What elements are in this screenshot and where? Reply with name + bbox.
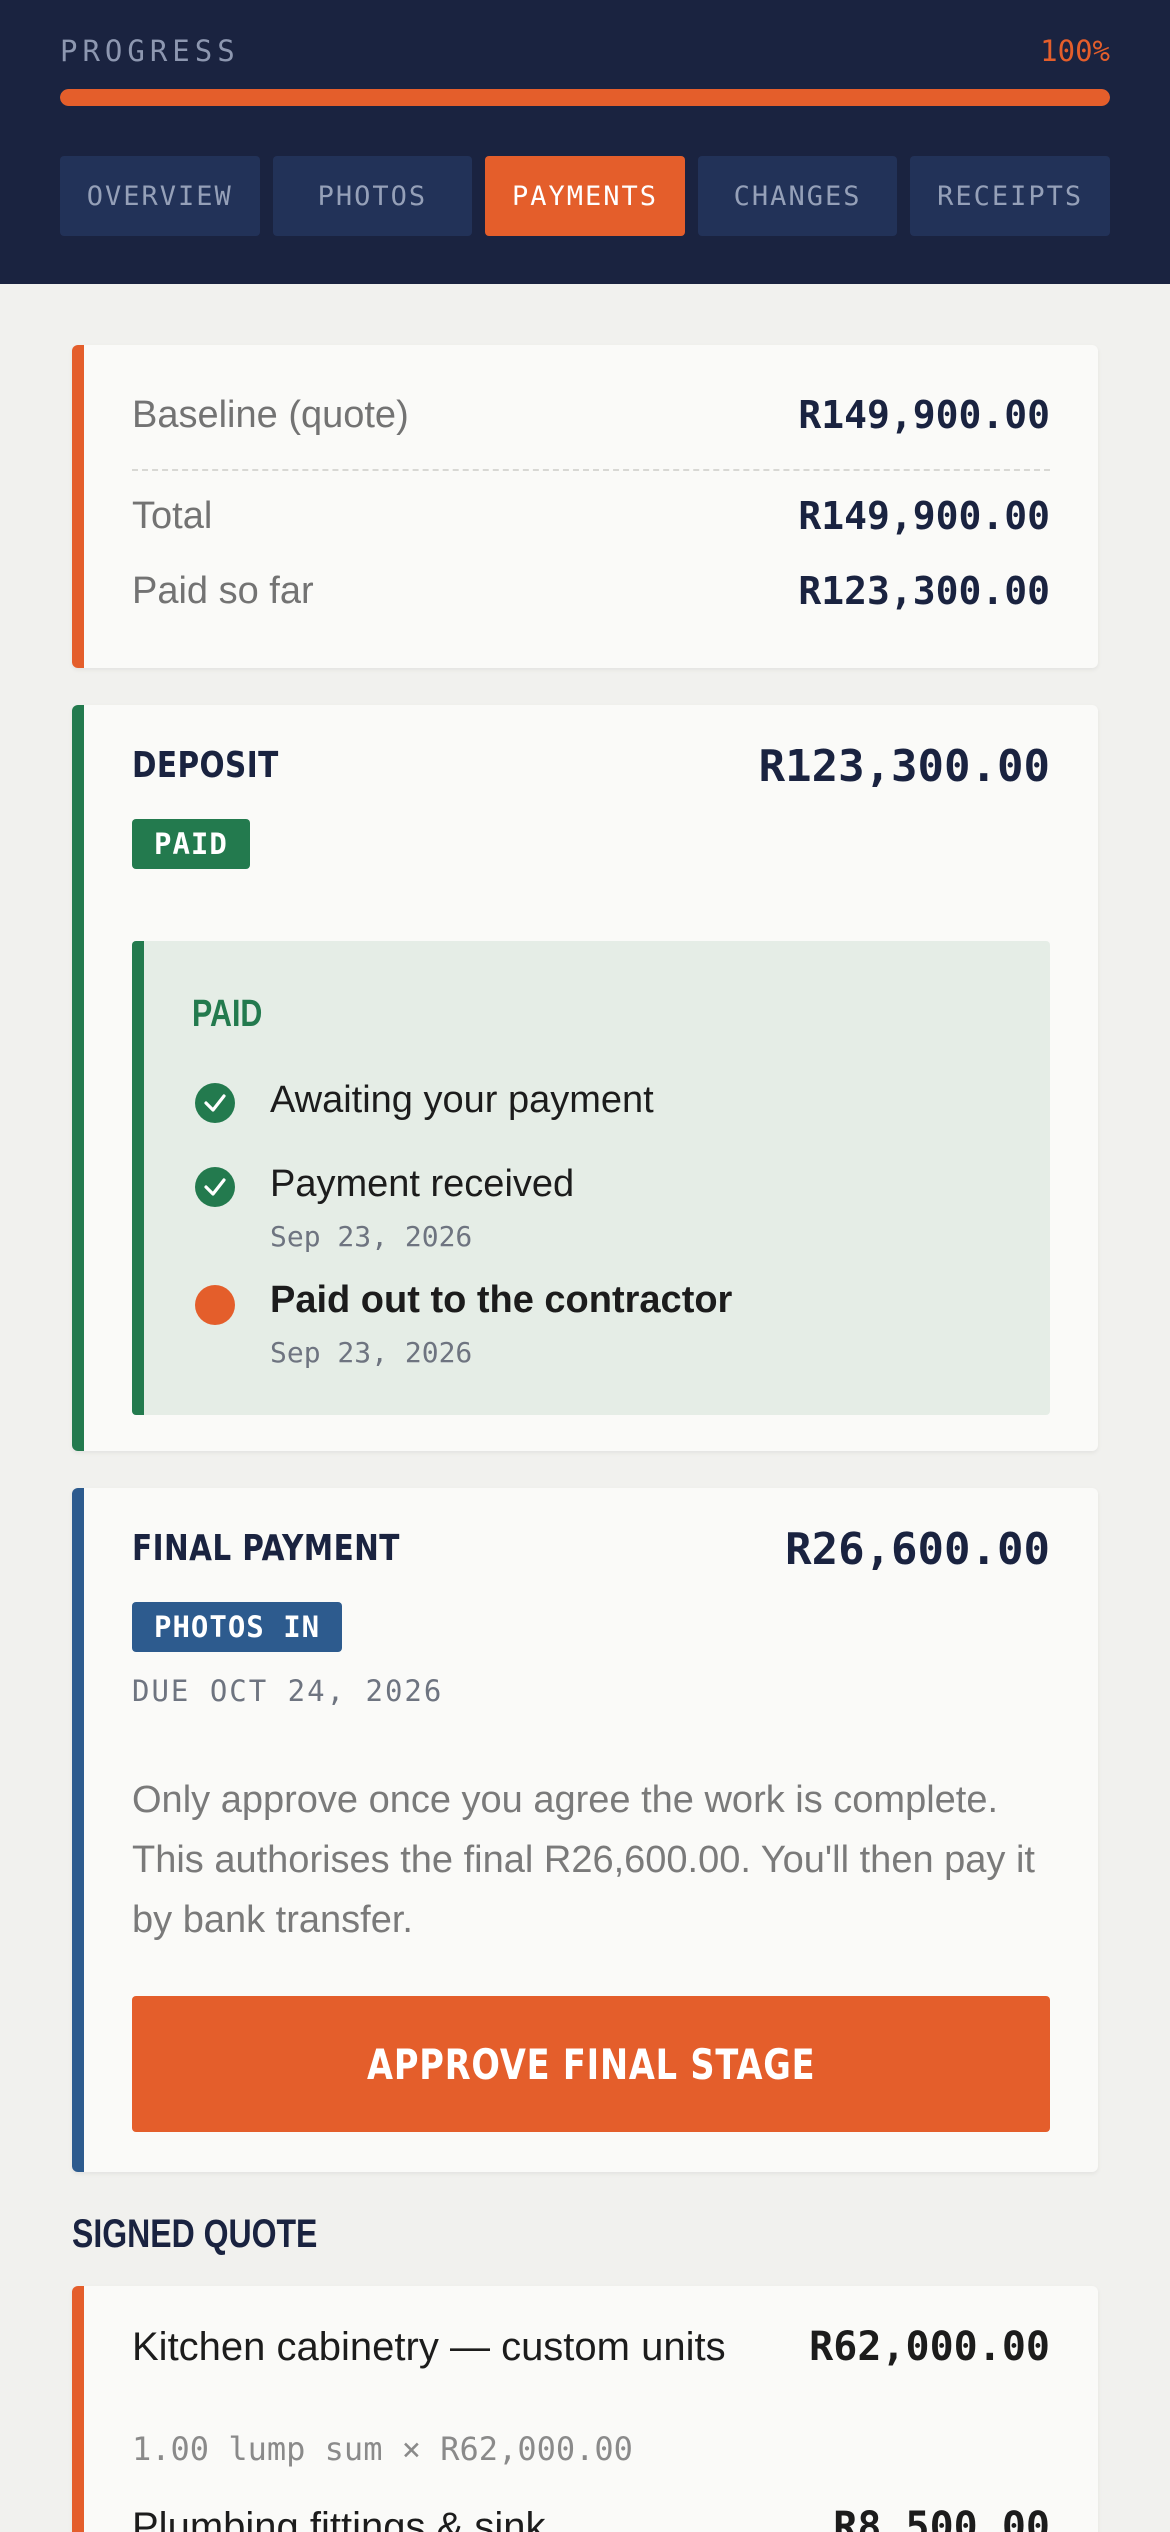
final-payment-stage-card: FINAL PAYMENT R26,600.00 PHOTOS IN DUE O… [72, 1488, 1098, 2172]
card-accent-bar [72, 345, 84, 668]
card-accent-bar [72, 1488, 84, 2172]
progress-fill [60, 89, 1110, 106]
baseline-value: R149,900.00 [798, 393, 1050, 437]
line-item-name: Plumbing fittings & sink [132, 2505, 546, 2532]
stage-title: DEPOSIT [132, 745, 279, 786]
check-circle-icon [195, 1167, 235, 1207]
line-item-price: R8,500.00 [833, 2504, 1050, 2532]
status-accent-bar [132, 941, 144, 1415]
baseline-row: Baseline (quote) R149,900.00 [132, 393, 1050, 437]
line-item-price: R62,000.00 [809, 2324, 1050, 2370]
approval-note: Only approve once you agree the work is … [132, 1779, 1035, 1941]
line-item-name: Kitchen cabinetry — custom units [132, 2325, 726, 2369]
baseline-label: Baseline (quote) [132, 393, 409, 436]
total-label: Total [132, 494, 213, 537]
status-badge: PAID [132, 819, 250, 869]
step-label: Payment received [270, 1163, 575, 1205]
signed-quote-card: Kitchen cabinetry — custom units R62,000… [72, 2286, 1098, 2532]
due-date: DUE OCT 24, 2026 [132, 1674, 444, 1708]
tab-bar: OVERVIEW PHOTOS PAYMENTS CHANGES RECEIPT… [60, 156, 1110, 236]
line-item-meta: 1.00 lump sum × R62,000.00 [132, 2430, 633, 2468]
stage-amount: R123,300.00 [758, 741, 1050, 792]
paid-value: R123,300.00 [798, 569, 1050, 613]
step-date: Sep 23, 2026 [270, 1336, 473, 1369]
card-accent-bar [72, 705, 84, 1451]
approve-final-stage-button[interactable]: APPROVE FINAL STAGE [132, 1996, 1050, 2132]
check-circle-icon [195, 1083, 235, 1123]
deposit-stage-card: DEPOSIT R123,300.00 PAID PAID Awaiting y… [72, 705, 1098, 1451]
header: PROGRESS 100% OVERVIEW PHOTOS PAYMENTS C… [0, 0, 1170, 284]
total-value: R149,900.00 [798, 494, 1050, 538]
progress-bar [60, 89, 1110, 106]
tab-overview[interactable]: OVERVIEW [60, 156, 260, 236]
payment-status-timeline: PAID Awaiting your payment Payment recei… [132, 941, 1050, 1415]
tab-payments[interactable]: PAYMENTS [485, 156, 685, 236]
paid-row: Paid so far R123,300.00 [132, 569, 1050, 613]
status-title: PAID [192, 993, 263, 1035]
approve-button-label: APPROVE FINAL STAGE [366, 2039, 816, 2089]
paid-label: Paid so far [132, 569, 314, 612]
progress-percent: 100% [1040, 34, 1110, 68]
section-title: SIGNED QUOTE [72, 2212, 318, 2256]
step-label: Awaiting your payment [270, 1079, 654, 1121]
step-label: Paid out to the contractor [270, 1279, 733, 1321]
tab-receipts[interactable]: RECEIPTS [910, 156, 1110, 236]
total-row: Total R149,900.00 [132, 494, 1050, 538]
dot-icon [195, 1285, 235, 1325]
progress-label: PROGRESS [60, 34, 240, 68]
tab-photos[interactable]: PHOTOS [272, 156, 473, 236]
tab-changes[interactable]: CHANGES [697, 156, 898, 236]
status-badge: PHOTOS IN [132, 1602, 343, 1652]
divider [132, 469, 1050, 471]
step-date: Sep 23, 2026 [270, 1220, 473, 1253]
card-accent-bar [72, 2286, 84, 2532]
stage-amount: R26,600.00 [785, 1524, 1050, 1575]
payment-summary-card: Baseline (quote) R149,900.00 Total R149,… [72, 345, 1098, 668]
stage-title: FINAL PAYMENT [132, 1528, 400, 1569]
